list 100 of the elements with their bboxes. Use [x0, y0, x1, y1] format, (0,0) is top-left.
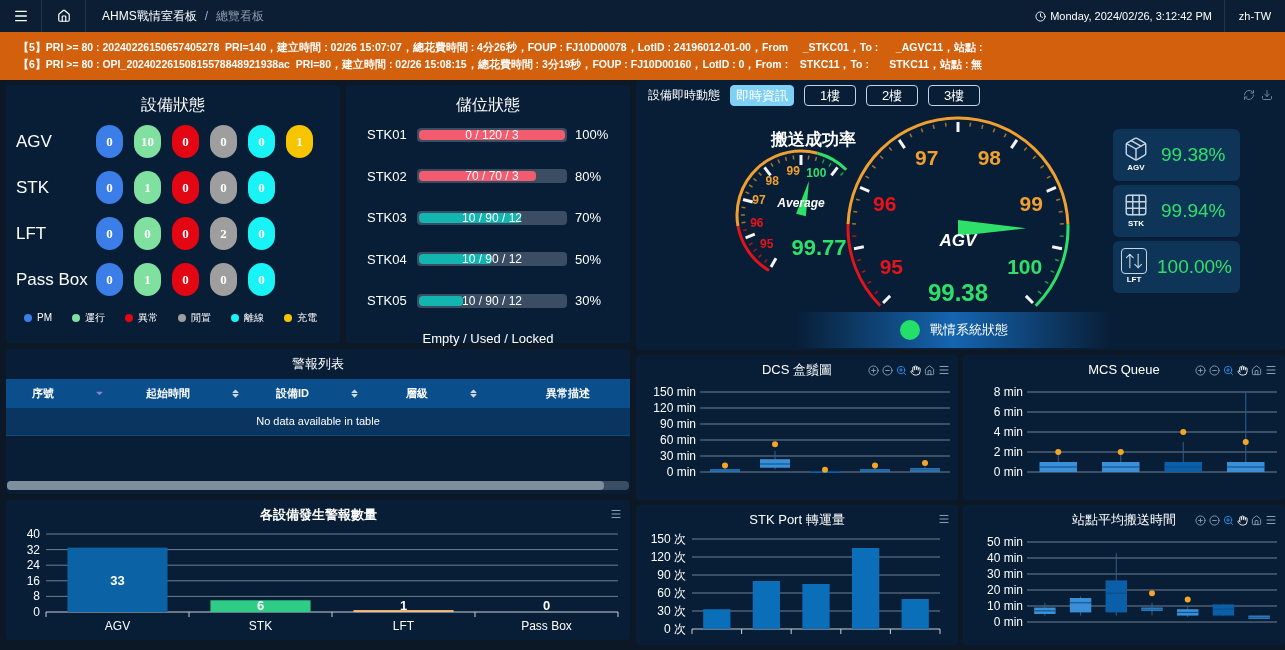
zoom-in-icon[interactable] [1195, 364, 1206, 376]
status-count: 0 [134, 217, 161, 250]
axis-label: 8 min [993, 385, 1023, 399]
hand-icon[interactable] [1237, 364, 1248, 376]
status-count: 0 [210, 125, 237, 158]
panel-title: 警報列表 [291, 355, 345, 373]
status-count: 0 [248, 171, 275, 204]
floor-tab[interactable]: 3樓 [928, 84, 980, 106]
menu-icon[interactable] [610, 508, 622, 520]
status-count: 2 [210, 217, 237, 250]
storage-name: STK02 [367, 167, 408, 186]
home-icon [56, 9, 71, 23]
home-icon[interactable] [1251, 364, 1262, 376]
gauge-label: 99 [786, 163, 800, 178]
status-count: 0 [172, 217, 199, 250]
storage-count: 0 / 120 / 3 [464, 127, 520, 142]
axis-label: 4 min [993, 425, 1023, 439]
storage-count: 10 / 90 / 12 [460, 210, 523, 225]
menu-icon[interactable] [938, 364, 950, 376]
column-header[interactable]: 設備ID [276, 385, 309, 402]
search-icon[interactable] [1223, 364, 1234, 376]
status-count: 0 [248, 125, 275, 158]
axis-label: STK [248, 619, 273, 633]
breadcrumb-item[interactable]: AHMS戰情室看板 [102, 7, 197, 25]
outlier-point [1055, 449, 1062, 455]
box-plot-box [759, 450, 791, 470]
menu-icon[interactable] [1265, 364, 1277, 376]
hand-icon[interactable] [910, 364, 921, 376]
sort-icon[interactable] [349, 388, 360, 399]
menu-icon[interactable] [938, 513, 950, 525]
status-count: 0 [172, 263, 199, 296]
floor-tab[interactable]: 2樓 [866, 84, 918, 106]
gauge-label: 100 [806, 165, 827, 180]
box-plot-box [1176, 605, 1199, 618]
zoom-in-icon[interactable] [1195, 514, 1206, 526]
panel-title: 儲位狀態 [456, 95, 520, 115]
axis-label: 24 [26, 558, 40, 573]
equipment-name: STK [16, 177, 51, 198]
gauge-label: 98 [765, 173, 779, 188]
axis-label: 0 min [666, 465, 696, 479]
download-icon[interactable] [1261, 89, 1273, 101]
zoom-out-icon[interactable] [1209, 364, 1220, 376]
storage-count: 10 / 90 / 12 [460, 252, 523, 267]
hand-icon[interactable] [1237, 514, 1248, 526]
axis-label: 60 次 [657, 586, 686, 600]
box-plot-box [859, 468, 891, 473]
legend-label: 異常 [138, 311, 158, 325]
axis-label: 2 min [993, 445, 1023, 459]
zoom-in-icon[interactable] [868, 364, 879, 376]
legend-label: PM [37, 311, 52, 325]
axis-label: 90 次 [657, 568, 686, 582]
status-count: 0 [210, 171, 237, 204]
status-count: 0 [96, 125, 123, 158]
axis-label: 120 次 [650, 550, 686, 564]
gauge-label: 97 [915, 145, 939, 169]
axis-label: 6 min [993, 405, 1023, 419]
axis-label: 150 次 [650, 532, 686, 546]
bar [901, 599, 929, 629]
gauge-label: 100 [1007, 254, 1043, 278]
gauge-label: 96 [750, 215, 764, 230]
search-icon[interactable] [1223, 514, 1234, 526]
chart-title: DCS 盒鬚圖 [761, 361, 833, 380]
date-time: Monday, 2024/02/26, 3:12:42 PM [1050, 8, 1212, 24]
clock-icon [1035, 10, 1047, 22]
status-count: 0 [248, 217, 275, 250]
home-icon[interactable] [924, 364, 935, 376]
gauge-value: 99.38 [927, 278, 989, 306]
chart-title: 各設備發生警報數量 [259, 506, 377, 525]
storage-name: STK04 [367, 250, 408, 269]
floor-tab[interactable]: 1樓 [804, 84, 856, 106]
equipment-name: LFT [16, 223, 48, 244]
axis-label: 60 min [659, 433, 696, 447]
outlier-point [1180, 429, 1187, 435]
status-count: 0 [172, 125, 199, 158]
home-icon[interactable] [1251, 514, 1262, 526]
column-header[interactable]: 異常描述 [545, 385, 590, 402]
box-plot-box [709, 468, 741, 473]
status-count: 10 [134, 125, 161, 158]
menu-icon[interactable] [1265, 514, 1277, 526]
gauge-label: 98 [977, 145, 1001, 169]
refresh-icon[interactable] [1243, 89, 1255, 101]
column-header[interactable]: 序號 [31, 385, 54, 402]
column-header[interactable]: 層級 [406, 385, 429, 402]
zoom-out-icon[interactable] [882, 364, 893, 376]
axis-label: 20 min [986, 583, 1023, 597]
status-count: 0 [96, 217, 123, 250]
axis-label: LFT [392, 619, 415, 633]
gauge-label: 96 [873, 192, 897, 216]
search-icon[interactable] [896, 364, 907, 376]
gauge-label: 99 [1019, 192, 1043, 216]
outlier-point [872, 462, 878, 469]
storage-percent: 100% [575, 126, 609, 144]
axis-label: 10 min [986, 599, 1023, 613]
column-header[interactable]: 起始時間 [145, 385, 190, 402]
box-plot-box [1140, 602, 1164, 617]
zoom-out-icon[interactable] [1209, 514, 1220, 526]
storage-name: STK01 [367, 126, 408, 144]
card-label: LFT [1126, 274, 1142, 286]
language-selector[interactable]: zh-TW [1225, 0, 1285, 32]
storage-legend: Empty / Used / Locked [422, 328, 554, 348]
